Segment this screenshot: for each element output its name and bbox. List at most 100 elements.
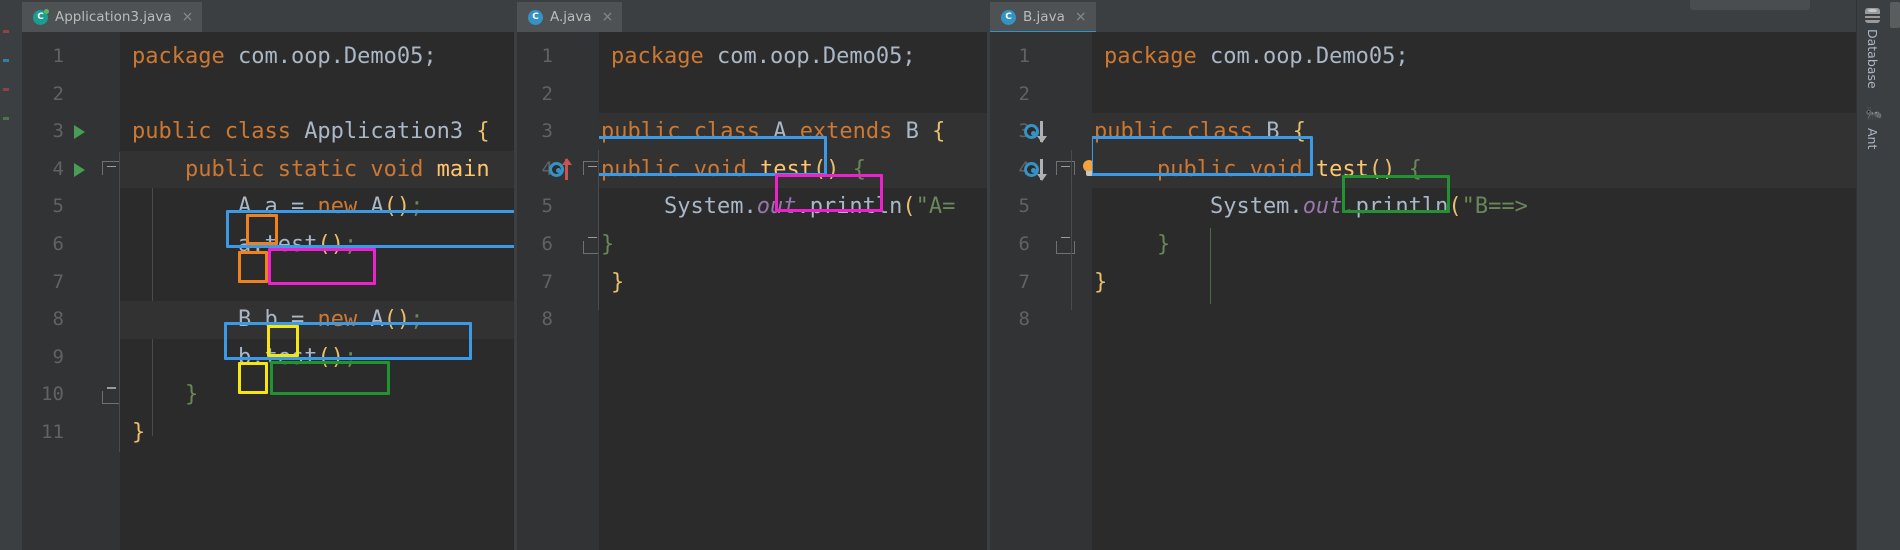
editor-pane-b: C B.java × ✓ 1 2 3 4 5 (990, 0, 1856, 550)
editor-body-pane2[interactable]: ✓ 1 2 3 4 5 6 7 8 packa (517, 32, 987, 550)
code-line[interactable]: } (599, 264, 987, 302)
gutter-line: 1 (990, 38, 1092, 76)
gutter-pane3[interactable]: 1 2 3 4 5 6 7 8 (990, 32, 1095, 550)
line-number: 5 (541, 195, 553, 218)
tab-a-java[interactable]: C A.java × (517, 2, 623, 32)
line-number: 8 (541, 308, 553, 331)
left-marker-strip (3, 30, 9, 330)
close-icon[interactable]: × (602, 10, 614, 24)
run-triangle-icon[interactable] (74, 124, 85, 139)
implemented-method-down-icon[interactable] (1024, 158, 1050, 181)
code-line[interactable] (1092, 76, 1856, 114)
marker (3, 30, 9, 33)
tabbar-pane3: C B.java × (990, 0, 1856, 34)
tabbar-pane2: C A.java × (517, 0, 987, 32)
gutter-line: 1 (22, 38, 120, 76)
line-number: 5 (52, 195, 64, 218)
gutter-line: 6 (517, 226, 602, 264)
code-line[interactable]: B b = new A(); (120, 301, 514, 339)
close-icon[interactable]: × (182, 10, 194, 24)
gutter-pane2[interactable]: 1 2 3 4 5 6 7 8 (517, 32, 602, 550)
gutter-line: 1 (517, 38, 599, 76)
code-line[interactable]: A a = new A(); (120, 188, 514, 226)
gutter-line: 5 (22, 188, 120, 226)
code-line[interactable] (1092, 301, 1856, 339)
tool-label: Database (1865, 29, 1880, 89)
line-number: 2 (52, 82, 64, 105)
code-line[interactable]: a.test(); (120, 226, 514, 264)
gutter-line: 10 (22, 376, 121, 414)
marker (3, 88, 9, 91)
code-line[interactable]: } (1092, 264, 1856, 302)
code-line[interactable]: public class B { (1092, 113, 1856, 151)
line-number: 1 (541, 45, 553, 67)
code-line[interactable]: public void test() { (1092, 150, 1856, 189)
gutter-line: 9 (22, 339, 120, 377)
code-line[interactable]: System.out.println("A= (599, 188, 987, 226)
code-line[interactable]: package com.oop.Demo05; (1092, 38, 1856, 76)
line-number: 3 (52, 120, 64, 143)
line-number: 1 (52, 45, 64, 67)
right-tool-window-bar: Database 🐜 Ant (1856, 0, 1888, 550)
code-line[interactable]: public class A extends B { (599, 113, 987, 151)
tab-application3-java[interactable]: C Application3.java × (22, 2, 203, 32)
line-number: 11 (41, 420, 64, 443)
code-line[interactable]: } (120, 414, 514, 452)
code-line[interactable] (120, 76, 514, 114)
code-line[interactable]: package com.oop.Demo05; (599, 38, 987, 76)
code-line[interactable]: package com.oop.Demo05; (120, 38, 514, 76)
gutter-line: 11 (22, 414, 120, 452)
tool-button-database[interactable]: Database (1865, 8, 1880, 89)
line-number: 8 (52, 308, 64, 331)
code-line[interactable]: } (1092, 226, 1856, 264)
gutter-pane1[interactable]: 1 2 3 4 5 6 7 8 9 10 11 (22, 32, 121, 550)
code-area-pane2[interactable]: package com.oop.Demo05; public class A e… (599, 32, 987, 550)
line-number: 7 (1018, 270, 1030, 293)
run-triangle-icon[interactable] (74, 162, 85, 177)
gutter-line: 8 (517, 301, 599, 339)
code-line[interactable]: } (599, 226, 987, 264)
line-number: 5 (1018, 195, 1030, 218)
gutter-line: 5 (517, 188, 599, 226)
scrollbar-thumb[interactable] (1890, 2, 1900, 28)
line-number: 7 (52, 270, 64, 293)
overridden-method-up-icon[interactable] (549, 157, 575, 181)
editor-body-pane3[interactable]: ✓ 1 2 3 4 5 6 7 (990, 32, 1856, 550)
close-icon[interactable]: × (1075, 10, 1087, 24)
editor-body-pane1[interactable]: ✓ 1 2 3 4 5 6 7 8 9 10 (22, 32, 514, 550)
line-number: 2 (1018, 82, 1030, 105)
editor-scrollbar[interactable] (1888, 0, 1900, 550)
implemented-method-down-icon[interactable] (1024, 121, 1050, 144)
code-line[interactable]: System.out.println("B==> (1092, 188, 1856, 226)
tab-label: B.java (1023, 9, 1065, 25)
gutter-line: 2 (22, 76, 120, 114)
code-line[interactable]: public class Application3 { (120, 113, 514, 151)
gutter-line: 2 (517, 76, 599, 114)
code-line[interactable] (120, 264, 514, 302)
code-line[interactable] (599, 76, 987, 114)
code-line[interactable]: } (120, 376, 514, 414)
code-fold-icon[interactable] (1055, 159, 1075, 183)
line-number: 8 (1018, 308, 1030, 331)
gutter-line: 2 (990, 76, 1092, 114)
code-line[interactable] (599, 301, 987, 339)
line-number: 3 (541, 120, 553, 143)
java-class-icon: C (528, 9, 543, 25)
tab-label: Application3.java (55, 9, 172, 25)
ant-icon: 🐜 (1865, 105, 1883, 122)
tool-button-ant[interactable]: 🐜 Ant (1865, 105, 1883, 149)
code-area-pane3[interactable]: package com.oop.Demo05; public class B {… (1092, 32, 1856, 550)
code-line[interactable]: b.test(); (120, 339, 514, 377)
code-line[interactable]: public static void main (120, 150, 514, 189)
toolbar-remnant (1690, 0, 1810, 10)
code-line[interactable]: public void test() { (599, 150, 987, 189)
gutter-line: 4 (22, 151, 121, 189)
fold-rail (1071, 150, 1072, 310)
gutter-line: 5 (990, 188, 1092, 226)
code-fold-icon[interactable] (1055, 232, 1075, 255)
code-area-pane1[interactable]: package com.oop.Demo05; public class App… (120, 32, 514, 550)
tabbar-pane1: C Application3.java × (22, 0, 514, 32)
gutter-line: 3 (990, 113, 1092, 151)
tab-b-java[interactable]: C B.java × (990, 2, 1096, 34)
tab-label: A.java (550, 9, 592, 25)
